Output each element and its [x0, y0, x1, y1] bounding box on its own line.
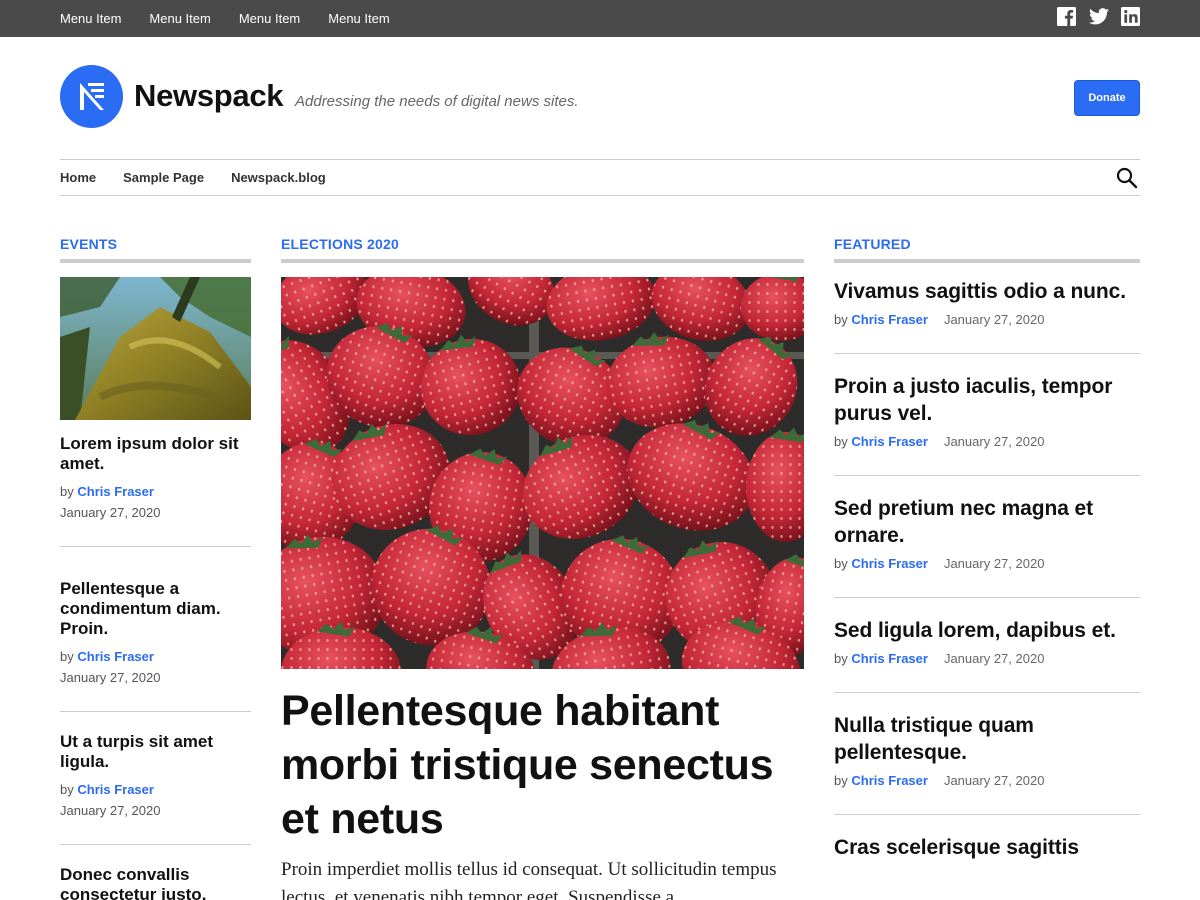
post-date: January 27, 2020 — [943, 773, 1045, 788]
featured-heading[interactable]: FEATURED — [834, 236, 911, 252]
featured-post-meta: by Chris Fraser January 27, 2020 — [834, 433, 1140, 451]
site-logo[interactable] — [60, 65, 123, 128]
event-post-title[interactable]: Pellentesque a condimentum diam. Proin. — [60, 579, 251, 639]
by-label: by — [60, 484, 74, 499]
linkedin-icon[interactable] — [1121, 7, 1140, 26]
site-title[interactable]: Newspack — [134, 78, 284, 114]
author-link[interactable]: Chris Fraser — [851, 556, 928, 571]
by-label: by — [834, 773, 848, 788]
author-link[interactable]: Chris Fraser — [851, 773, 928, 788]
author-link[interactable]: Chris Fraser — [77, 782, 154, 797]
main-nav: Home Sample Page Newspack.blog — [60, 159, 1140, 196]
post-date: January 27, 2020 — [943, 556, 1045, 571]
event-post-title[interactable]: Donec convallis consectetur justo. — [60, 865, 251, 900]
top-menu-item-1[interactable]: Menu Item — [60, 11, 121, 26]
search-button[interactable] — [1116, 167, 1138, 189]
hero-title[interactable]: Pellentesque habitant morbi tristique se… — [281, 684, 804, 846]
site-tagline: Addressing the needs of digital news sit… — [295, 93, 579, 110]
featured-post-meta: by Chris Fraser January 27, 2020 — [834, 311, 1140, 329]
facebook-icon[interactable] — [1057, 7, 1076, 26]
featured-post-title[interactable]: Nulla tristique quam pellentesque. — [834, 712, 1140, 766]
author-link[interactable]: Chris Fraser — [851, 434, 928, 449]
featured-column: Vivamus sagittis odio a nunc. by Chris F… — [834, 277, 1140, 861]
post-date: January 27, 2020 — [943, 312, 1045, 327]
featured-post: Proin a justo iaculis, tempor purus vel.… — [834, 373, 1140, 451]
event-post: Pellentesque a condimentum diam. Proin. … — [60, 579, 251, 688]
author-link[interactable]: Chris Fraser — [851, 651, 928, 666]
elections-rule — [281, 259, 804, 263]
social-links — [1057, 7, 1140, 26]
nav-item-newspack-blog[interactable]: Newspack.blog — [231, 170, 326, 185]
featured-post: Cras scelerisque sagittis — [834, 834, 1140, 861]
event-post: Lorem ipsum dolor sit amet. by Chris Fra… — [60, 434, 251, 523]
featured-post-meta: by Chris Fraser January 27, 2020 — [834, 650, 1140, 668]
featured-rule — [834, 259, 1140, 263]
featured-post-title[interactable]: Vivamus sagittis odio a nunc. — [834, 278, 1140, 305]
post-date: January 27, 2020 — [60, 670, 161, 685]
event-post: Ut a turpis sit amet ligula. by Chris Fr… — [60, 732, 251, 821]
featured-post: Vivamus sagittis odio a nunc. by Chris F… — [834, 278, 1140, 329]
post-date: January 27, 2020 — [60, 505, 161, 520]
event-post-byline: by Chris Fraser — [60, 779, 251, 800]
featured-post-title[interactable]: Proin a justo iaculis, tempor purus vel. — [834, 373, 1140, 427]
author-link[interactable]: Chris Fraser — [851, 312, 928, 327]
top-menu: Menu Item Menu Item Menu Item Menu Item — [60, 0, 418, 37]
featured-post-title[interactable]: Sed ligula lorem, dapibus et. — [834, 617, 1140, 644]
event-post-title[interactable]: Lorem ipsum dolor sit amet. — [60, 434, 251, 474]
events-heading[interactable]: EVENTS — [60, 236, 117, 252]
event-post: Donec convallis consectetur justo. — [60, 865, 251, 900]
hero-image[interactable] — [281, 277, 804, 669]
by-label: by — [60, 782, 74, 797]
nav-item-home[interactable]: Home — [60, 170, 96, 185]
featured-post-title[interactable]: Cras scelerisque sagittis — [834, 834, 1140, 861]
top-menu-item-2[interactable]: Menu Item — [149, 11, 210, 26]
post-date: January 27, 2020 — [943, 651, 1045, 666]
featured-post: Sed ligula lorem, dapibus et. by Chris F… — [834, 617, 1140, 668]
twitter-icon[interactable] — [1089, 7, 1109, 26]
top-menu-item-4[interactable]: Menu Item — [328, 11, 389, 26]
featured-post-meta: by Chris Fraser January 27, 2020 — [834, 772, 1140, 790]
by-label: by — [60, 649, 74, 664]
donate-button[interactable]: Donate — [1074, 80, 1140, 116]
by-label: by — [834, 651, 848, 666]
events-column: Lorem ipsum dolor sit amet. by Chris Fra… — [60, 277, 251, 900]
elections-heading[interactable]: ELECTIONS 2020 — [281, 236, 399, 252]
author-link[interactable]: Chris Fraser — [77, 649, 154, 664]
post-date: January 27, 2020 — [943, 434, 1045, 449]
event-post-byline: by Chris Fraser — [60, 646, 251, 667]
featured-post: Nulla tristique quam pellentesque. by Ch… — [834, 712, 1140, 790]
post-date: January 27, 2020 — [60, 803, 161, 818]
newspack-logo-icon — [80, 83, 104, 110]
event-post-title[interactable]: Ut a turpis sit amet ligula. — [60, 732, 251, 772]
hero-excerpt: Proin imperdiet mollis tellus id consequ… — [281, 859, 777, 900]
featured-post-title[interactable]: Sed pretium nec magna et ornare. — [834, 495, 1140, 549]
by-label: by — [834, 434, 848, 449]
by-label: by — [834, 312, 848, 327]
event-post-byline: by Chris Fraser — [60, 481, 251, 502]
by-label: by — [834, 556, 848, 571]
top-bar: Menu Item Menu Item Menu Item Menu Item — [0, 0, 1200, 37]
event-image[interactable] — [60, 277, 251, 420]
featured-post: Sed pretium nec magna et ornare. by Chri… — [834, 495, 1140, 573]
author-link[interactable]: Chris Fraser — [77, 484, 154, 499]
featured-post-meta: by Chris Fraser January 27, 2020 — [834, 555, 1140, 573]
nav-item-sample-page[interactable]: Sample Page — [123, 170, 204, 185]
events-rule — [60, 259, 251, 263]
top-menu-item-3[interactable]: Menu Item — [239, 11, 300, 26]
search-icon — [1116, 167, 1138, 189]
